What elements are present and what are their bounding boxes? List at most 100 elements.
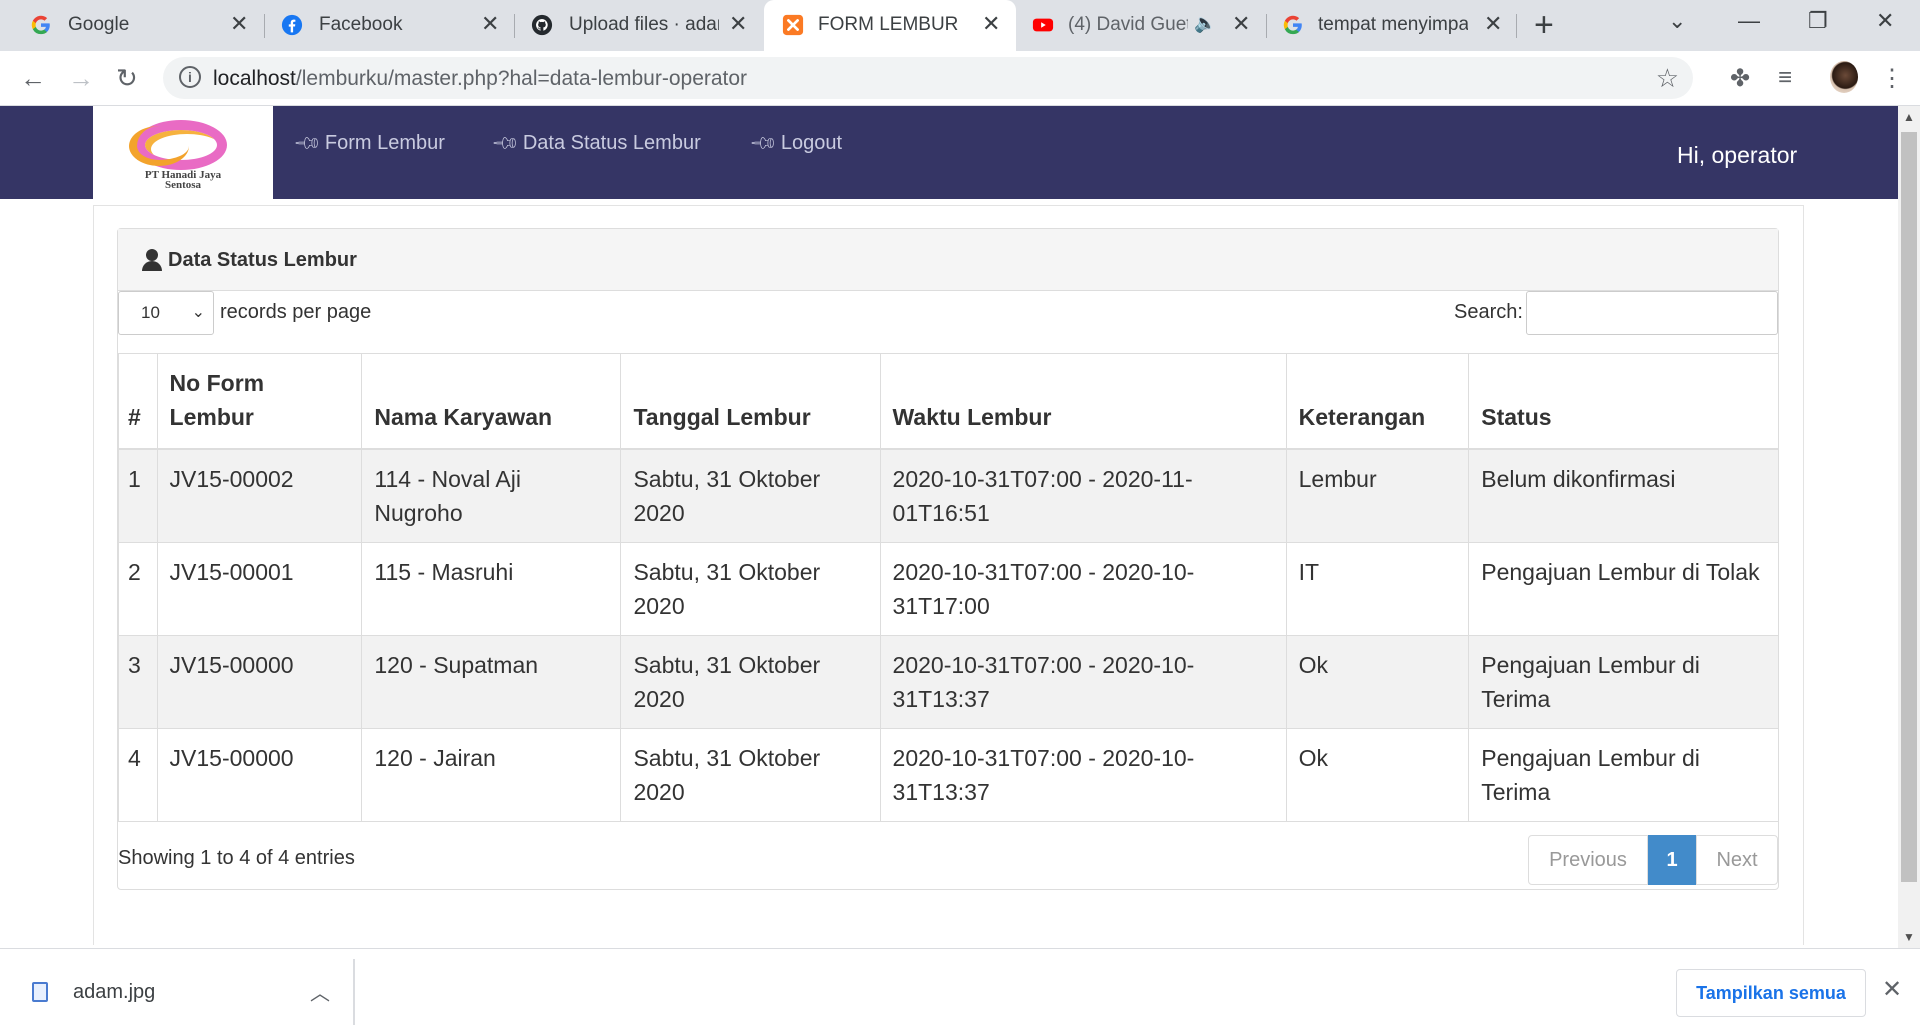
- cell-form-number: JV15-00000: [156, 634, 363, 729]
- tab-search-icon[interactable]: ⌄: [1668, 8, 1686, 34]
- page-scrollbar[interactable]: ▲ ▼: [1898, 106, 1920, 948]
- tab-github[interactable]: Upload files · adam ✕: [501, 0, 764, 51]
- scroll-down-icon[interactable]: ▼: [1903, 930, 1915, 944]
- user-icon: [142, 249, 162, 271]
- cell-form-number: JV15-00000: [156, 727, 363, 822]
- column-header[interactable]: Keterangan: [1285, 353, 1470, 450]
- tab-title: Google: [68, 14, 130, 35]
- back-icon[interactable]: ←: [20, 63, 46, 94]
- extensions-icon[interactable]: ✤: [1730, 64, 1750, 93]
- tab-tempat-menyimpan[interactable]: tempat menyimpan ✕: [1268, 0, 1518, 51]
- close-icon[interactable]: ✕: [481, 11, 499, 37]
- cell-status: Pengajuan Lembur di Tolak: [1468, 541, 1779, 636]
- address-bar[interactable]: i localhost/lemburku/master.php?hal=data…: [163, 57, 1693, 99]
- site-info-icon[interactable]: i: [179, 66, 201, 88]
- column-header[interactable]: Waktu Lembur: [879, 353, 1287, 450]
- column-header[interactable]: Status: [1468, 353, 1779, 450]
- column-header[interactable]: No Form Lembur: [156, 353, 363, 450]
- tab-title: FORM LEMBUR: [818, 14, 959, 35]
- profile-avatar[interactable]: [1830, 61, 1858, 93]
- close-icon[interactable]: ✕: [230, 11, 248, 37]
- nav-data-status-lembur[interactable]: 📌︎ Data Status Lembur: [491, 128, 701, 158]
- new-tab-button[interactable]: +: [1534, 6, 1554, 45]
- forward-icon[interactable]: →: [68, 63, 94, 94]
- pushpin-icon: 📌︎: [490, 127, 521, 159]
- browser-menu-icon[interactable]: ⋮: [1880, 64, 1904, 93]
- close-icon[interactable]: ✕: [1484, 11, 1502, 37]
- cell-time: 2020-10-31T07:00 - 2020-10-31T13:37: [879, 727, 1287, 822]
- url-path: /lemburku/master.php?hal=data-lembur-ope…: [295, 67, 748, 90]
- speaker-icon[interactable]: 🔈: [1194, 13, 1216, 34]
- nav-form-lembur[interactable]: 📌︎ Form Lembur: [293, 128, 445, 158]
- reload-icon[interactable]: ↻: [116, 63, 138, 94]
- company-logo[interactable]: PT Hanadi Jaya Sentosa: [93, 106, 273, 199]
- cell-number: 4: [118, 727, 158, 822]
- facebook-icon: [281, 14, 303, 36]
- panel-heading: Data Status Lembur: [118, 229, 1778, 291]
- scroll-up-icon[interactable]: ▲: [1903, 110, 1915, 124]
- tab-facebook[interactable]: Facebook ✕: [251, 0, 501, 51]
- download-filename[interactable]: adam.jpg: [73, 981, 155, 1004]
- table-header-row: # No Form Lembur Nama Karyawan Tanggal L…: [118, 353, 1779, 450]
- tab-title: (4) David Guett: [1068, 14, 1188, 35]
- nav-label: Data Status Lembur: [522, 132, 701, 154]
- cell-number: 2: [118, 541, 158, 636]
- cell-employee: 120 - Jairan: [361, 727, 622, 822]
- cell-date: Sabtu, 31 Oktober 2020: [620, 448, 881, 543]
- page-1-button[interactable]: 1: [1648, 835, 1696, 885]
- logo-swoosh: [129, 126, 189, 166]
- cell-note: Lembur: [1285, 448, 1470, 543]
- tab-youtube[interactable]: (4) David Guett 🔈 ✕: [1016, 0, 1266, 51]
- close-icon[interactable]: ✕: [1882, 975, 1902, 1004]
- cell-employee: 115 - Masruhi: [361, 541, 622, 636]
- shelf-divider: [353, 959, 355, 1025]
- tab-title: Upload files · adam: [569, 14, 719, 35]
- logo-text-line2: Sentosa: [164, 179, 202, 191]
- cell-status: Pengajuan Lembur di Terima: [1468, 727, 1779, 822]
- minimize-icon[interactable]: —: [1738, 8, 1760, 34]
- search-label: Search:: [1454, 301, 1523, 323]
- main-content: Data Status Lembur 10 ⌄ records per page…: [93, 205, 1804, 945]
- tab-title: tempat menyimpan: [1318, 14, 1468, 35]
- tab-title: Facebook: [319, 14, 403, 35]
- url-text[interactable]: localhost/lemburku/master.php?hal=data-l…: [213, 67, 747, 91]
- column-header[interactable]: Nama Karyawan: [361, 353, 622, 450]
- close-icon[interactable]: ✕: [1232, 11, 1250, 37]
- site-navbar: PT Hanadi Jaya Sentosa 📌︎ Form Lembur 📌︎…: [0, 106, 1898, 199]
- show-all-button[interactable]: Tampilkan semua: [1676, 969, 1866, 1017]
- cell-time: 2020-10-31T07:00 - 2020-10-31T17:00: [879, 541, 1287, 636]
- close-icon[interactable]: ✕: [982, 11, 1000, 37]
- table-row: 2 JV15-00001 115 - Masruhi Sabtu, 31 Okt…: [118, 541, 1779, 636]
- tab-google[interactable]: Google ✕: [0, 0, 248, 51]
- cell-number: 1: [118, 448, 158, 543]
- logo-text: PT Hanadi Jaya Sentosa: [93, 170, 273, 191]
- nav-label: Logout: [780, 132, 843, 154]
- cell-date: Sabtu, 31 Oktober 2020: [620, 634, 881, 729]
- records-per-page-select[interactable]: 10 ⌄: [118, 291, 214, 335]
- next-page-button[interactable]: Next: [1696, 835, 1778, 885]
- cell-status: Pengajuan Lembur di Terima: [1468, 634, 1779, 729]
- media-control-icon[interactable]: ≡: [1778, 64, 1792, 92]
- cell-status: Belum dikonfirmasi: [1468, 448, 1779, 543]
- search-input[interactable]: [1526, 291, 1778, 335]
- cell-form-number: JV15-00001: [156, 541, 363, 636]
- pushpin-icon: 📌︎: [292, 127, 323, 159]
- bookmark-star-icon[interactable]: ☆: [1656, 63, 1679, 94]
- restore-icon[interactable]: ❐: [1808, 8, 1828, 34]
- tab-form-lembur[interactable]: FORM LEMBUR ✕: [764, 0, 1016, 51]
- cell-time: 2020-10-31T07:00 - 2020-11-01T16:51: [879, 448, 1287, 543]
- entries-info: Showing 1 to 4 of 4 entries: [118, 847, 355, 869]
- cell-date: Sabtu, 31 Oktober 2020: [620, 727, 881, 822]
- panel-title: Data Status Lembur: [168, 249, 357, 271]
- chevron-up-icon[interactable]: ︿: [310, 977, 330, 1006]
- window-close-icon[interactable]: ✕: [1876, 8, 1894, 34]
- chevron-down-icon: ⌄: [191, 304, 205, 321]
- nav-logout[interactable]: 📌︎ Logout: [749, 128, 843, 158]
- url-host: localhost: [213, 67, 296, 90]
- column-header[interactable]: #: [118, 353, 158, 450]
- scrollbar-thumb[interactable]: [1901, 132, 1917, 882]
- close-icon[interactable]: ✕: [729, 11, 747, 37]
- column-header[interactable]: Tanggal Lembur: [620, 353, 881, 450]
- cell-form-number: JV15-00002: [156, 448, 363, 543]
- previous-page-button[interactable]: Previous: [1528, 835, 1648, 885]
